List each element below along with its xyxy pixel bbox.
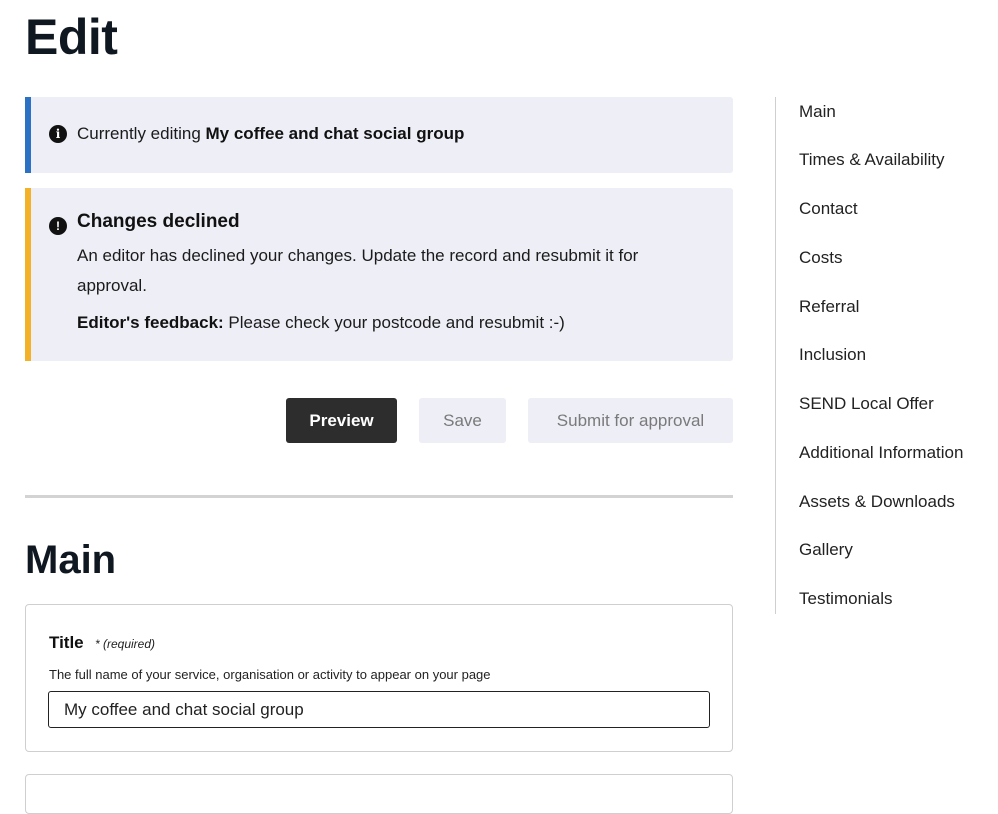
sidebar-item-times-availability[interactable]: Times & Availability xyxy=(799,150,945,170)
info-alert: i Currently editing My coffee and chat s… xyxy=(25,97,733,173)
next-field-card xyxy=(25,774,733,814)
sidebar-item-send-local-offer[interactable]: SEND Local Offer xyxy=(799,394,934,414)
sidebar-item-assets-downloads[interactable]: Assets & Downloads xyxy=(799,492,955,512)
exclamation-icon: ! xyxy=(49,217,67,235)
page-title: Edit xyxy=(25,9,118,65)
title-field-hint: The full name of your service, organisat… xyxy=(49,667,491,682)
section-sidebar-nav: Main Times & Availability Contact Costs … xyxy=(775,97,998,614)
submit-for-approval-button[interactable]: Submit for approval xyxy=(528,398,733,443)
info-alert-prefix: Currently editing xyxy=(77,124,206,143)
sidebar-item-testimonials[interactable]: Testimonials xyxy=(799,589,893,609)
info-alert-text: Currently editing My coffee and chat soc… xyxy=(77,119,464,149)
title-input[interactable] xyxy=(48,691,710,728)
preview-button[interactable]: Preview xyxy=(286,398,397,443)
section-title: Main xyxy=(25,538,117,582)
sidebar-item-costs[interactable]: Costs xyxy=(799,248,842,268)
title-field-card: Title * (required) The full name of your… xyxy=(25,604,733,752)
editor-feedback-label: Editor's feedback: xyxy=(77,313,224,332)
section-divider xyxy=(25,495,733,498)
sidebar-item-contact[interactable]: Contact xyxy=(799,199,858,219)
sidebar-item-gallery[interactable]: Gallery xyxy=(799,540,853,560)
sidebar-item-referral[interactable]: Referral xyxy=(799,297,859,317)
required-note: * (required) xyxy=(95,637,156,651)
sidebar-item-main[interactable]: Main xyxy=(799,102,836,122)
sidebar-item-inclusion[interactable]: Inclusion xyxy=(799,345,866,365)
sidebar-item-additional-information[interactable]: Additional Information xyxy=(799,443,963,463)
changes-declined-alert: ! Changes declined An editor has decline… xyxy=(25,188,733,361)
alert-body: An editor has declined your changes. Upd… xyxy=(77,246,639,295)
editor-feedback-text: Please check your postcode and resubmit … xyxy=(223,313,565,332)
title-field-label: Title xyxy=(49,633,84,652)
editor-feedback: Editor's feedback: Please check your pos… xyxy=(77,308,565,338)
alert-heading: Changes declined xyxy=(77,211,240,232)
info-icon: i xyxy=(49,125,67,143)
save-button[interactable]: Save xyxy=(419,398,506,443)
info-alert-record-name: My coffee and chat social group xyxy=(205,124,465,143)
